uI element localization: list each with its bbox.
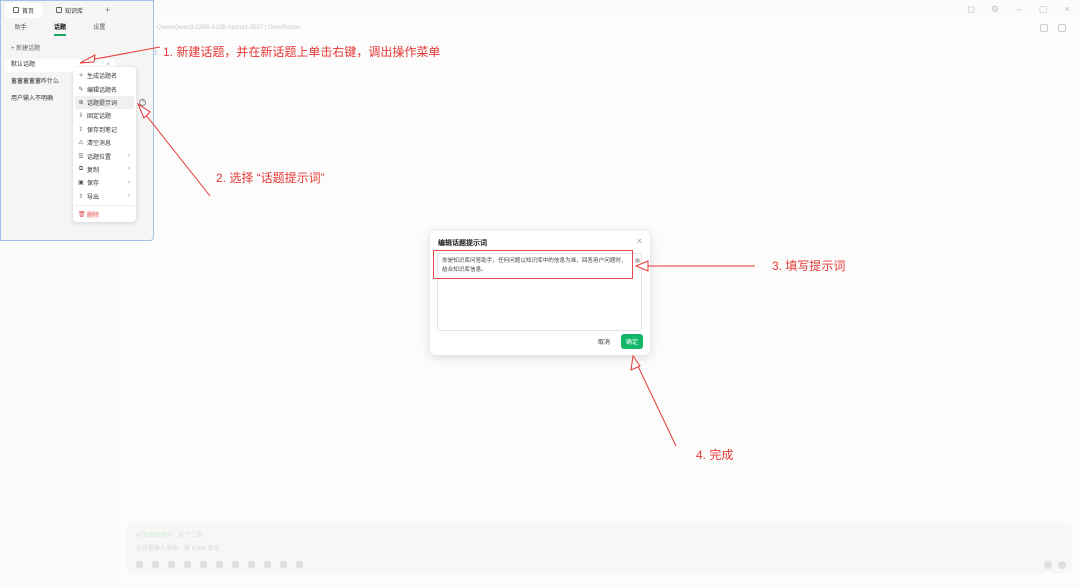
menu-item-pin-topic[interactable]: ⇩ 固定话题 xyxy=(75,109,134,122)
annotation-step2: 2. 选择 “话题提示词” xyxy=(216,171,325,185)
message-input-placeholder: 在这里输入消息，按 Enter 发送 xyxy=(136,546,220,552)
cancel-button[interactable]: 取消 xyxy=(594,335,614,348)
tab-label: 知识库 xyxy=(65,8,84,15)
window-control-layout-icon[interactable]: ◻ xyxy=(966,4,976,15)
model-selector[interactable]: Qwen/Qwen3-235B-A22B-Instruct-2507 | Ope… xyxy=(157,25,301,31)
input-toolbar xyxy=(136,561,303,568)
tab-home[interactable]: 首页 xyxy=(5,2,43,18)
menu-item-edit-name[interactable]: ✎ 编辑话题名 xyxy=(75,82,134,95)
dialog-title: 编辑话题提示词 xyxy=(438,240,487,247)
tab-label: 首页 xyxy=(22,8,35,15)
menu-item-topic-position[interactable]: ☰ 话题位置 › xyxy=(75,149,134,162)
new-topic-button[interactable]: + 新建话题 xyxy=(11,43,40,52)
menu-item-label: 清空消息 xyxy=(87,141,112,148)
home-icon xyxy=(13,7,19,13)
note-icon: ⇪ xyxy=(78,126,84,133)
window-minimize-icon[interactable]: – xyxy=(1014,4,1024,15)
sparkle-icon: ✧ xyxy=(78,73,84,80)
chevron-right-icon: › xyxy=(128,153,130,160)
menu-item-label: 保存到笔记 xyxy=(87,127,118,134)
window-controls: ◻ ⚙ – ▢ × xyxy=(966,4,1072,15)
copy-icon: ⧉ xyxy=(78,165,84,172)
menu-divider xyxy=(75,204,134,206)
menu-item-delete[interactable]: 🗑 删除 xyxy=(75,208,134,221)
knowledge-icon[interactable] xyxy=(184,561,191,568)
menu-item-label: 话题提示词 xyxy=(87,100,118,107)
menu-item-label: 编辑话题名 xyxy=(87,87,118,94)
close-icon[interactable]: × xyxy=(637,236,642,246)
web-search-icon[interactable] xyxy=(152,561,159,568)
voice-icon[interactable] xyxy=(1044,561,1052,569)
broom-icon: ⚠ xyxy=(78,140,84,147)
tool-icon[interactable] xyxy=(200,561,207,568)
menu-item-label: 话题位置 xyxy=(87,154,112,161)
chevron-right-icon: › xyxy=(128,166,130,173)
window-control-settings-icon[interactable]: ⚙ xyxy=(990,4,1000,15)
pin-icon[interactable] xyxy=(248,561,255,568)
more-icon[interactable] xyxy=(1058,24,1066,32)
chevron-right-icon: › xyxy=(128,179,130,186)
menu-item-label: 导出 xyxy=(87,194,100,201)
chevron-right-icon: › xyxy=(128,193,130,200)
pencil-icon: ✎ xyxy=(78,86,84,93)
tab-settings[interactable]: 设置 xyxy=(93,22,105,36)
menu-item-generate-name[interactable]: ✧ 生成话题名 xyxy=(75,69,134,82)
resize-handle-icon[interactable] xyxy=(635,258,640,263)
menu-item-label: 复制 xyxy=(87,167,100,174)
translate-icon[interactable] xyxy=(232,561,239,568)
tab-knowledge-base[interactable]: 知识库 xyxy=(48,3,91,18)
menu-item-save[interactable]: ▣ 保存 › xyxy=(75,176,134,189)
expand-icon[interactable] xyxy=(264,561,271,568)
window-maximize-icon[interactable]: ▢ xyxy=(1038,4,1048,15)
menu-item-copy[interactable]: ⧉ 复制 › xyxy=(75,163,134,176)
clear-icon[interactable] xyxy=(280,561,287,568)
menu-item-save-to-notes[interactable]: ⇪ 保存到笔记 xyxy=(75,123,134,136)
sidebar-tabs: 助手 话题 设置 xyxy=(1,22,119,36)
menu-item-topic-prompt[interactable]: ⊛ 话题提示词 ? xyxy=(75,95,146,110)
menu-item-label: 保存 xyxy=(87,181,100,188)
topic-label: 蓄蓄蓄蓄蓄咋什么 xyxy=(11,79,60,85)
annotation-step4: 4. 完成 xyxy=(696,448,734,462)
export-icon: ⇧ xyxy=(78,193,84,200)
mention-icon[interactable] xyxy=(216,561,223,568)
menu-item-label: 删除 xyxy=(87,213,100,220)
pin-icon: ⇩ xyxy=(78,113,84,120)
trash-icon: 🗑 xyxy=(78,212,86,219)
list-icon: ☰ xyxy=(78,153,84,160)
send-icon[interactable] xyxy=(1058,561,1066,569)
layout-icon[interactable] xyxy=(1040,24,1048,32)
add-tab-button[interactable]: + xyxy=(97,5,118,15)
message-input-box[interactable]: ⛁ 知识库助手 · 这个二选 在这里输入消息，按 Enter 发送 xyxy=(126,523,1072,573)
app-window: ◻ ⚙ – ▢ × Qwen/Qwen3-235B-A22B-Instruct-… xyxy=(0,0,1080,587)
menu-item-export[interactable]: ⇧ 导出 › xyxy=(75,190,134,203)
chat-header-actions xyxy=(1040,24,1066,32)
attach-icon[interactable] xyxy=(136,561,143,568)
annotation-step1: 1. 新建话题，并在新话题上单击右键，调出操作菜单 xyxy=(163,45,441,59)
prompt-icon: ⊛ xyxy=(78,99,84,106)
input-send-group xyxy=(1044,561,1066,569)
annotation-highlight-box xyxy=(433,250,633,279)
menu-item-clear-messages[interactable]: ⚠ 清空消息 xyxy=(75,136,134,149)
window-close-icon[interactable]: × xyxy=(1062,4,1072,15)
tab-assistants[interactable]: 助手 xyxy=(15,22,27,36)
annotation-step3: 3. 填写提示词 xyxy=(772,259,846,273)
topic-label: 默认话题 xyxy=(11,62,36,68)
ok-button[interactable]: 确定 xyxy=(620,334,643,349)
knowledge-base-icon xyxy=(56,7,63,13)
globe-icon[interactable] xyxy=(168,561,175,568)
knowledge-base-badge[interactable]: ⛁ 知识库助手 · 这个二选 xyxy=(136,530,202,539)
topic-context-menu: ✧ 生成话题名 ✎ 编辑话题名 ⊛ 话题提示词 ? ⇩ 固定话题 ⇪ 保存到笔记… xyxy=(73,67,146,222)
help-icon[interactable]: ? xyxy=(139,98,146,106)
help-icon[interactable] xyxy=(296,561,303,568)
top-tab-bar: 首页 知识库 + xyxy=(1,1,155,19)
topic-label: 用户输入不明确 xyxy=(11,96,54,102)
save-icon: ▣ xyxy=(78,180,84,187)
menu-item-label: 生成话题名 xyxy=(87,74,118,81)
menu-item-label: 固定话题 xyxy=(87,114,112,121)
tab-topics[interactable]: 话题 xyxy=(53,22,66,36)
